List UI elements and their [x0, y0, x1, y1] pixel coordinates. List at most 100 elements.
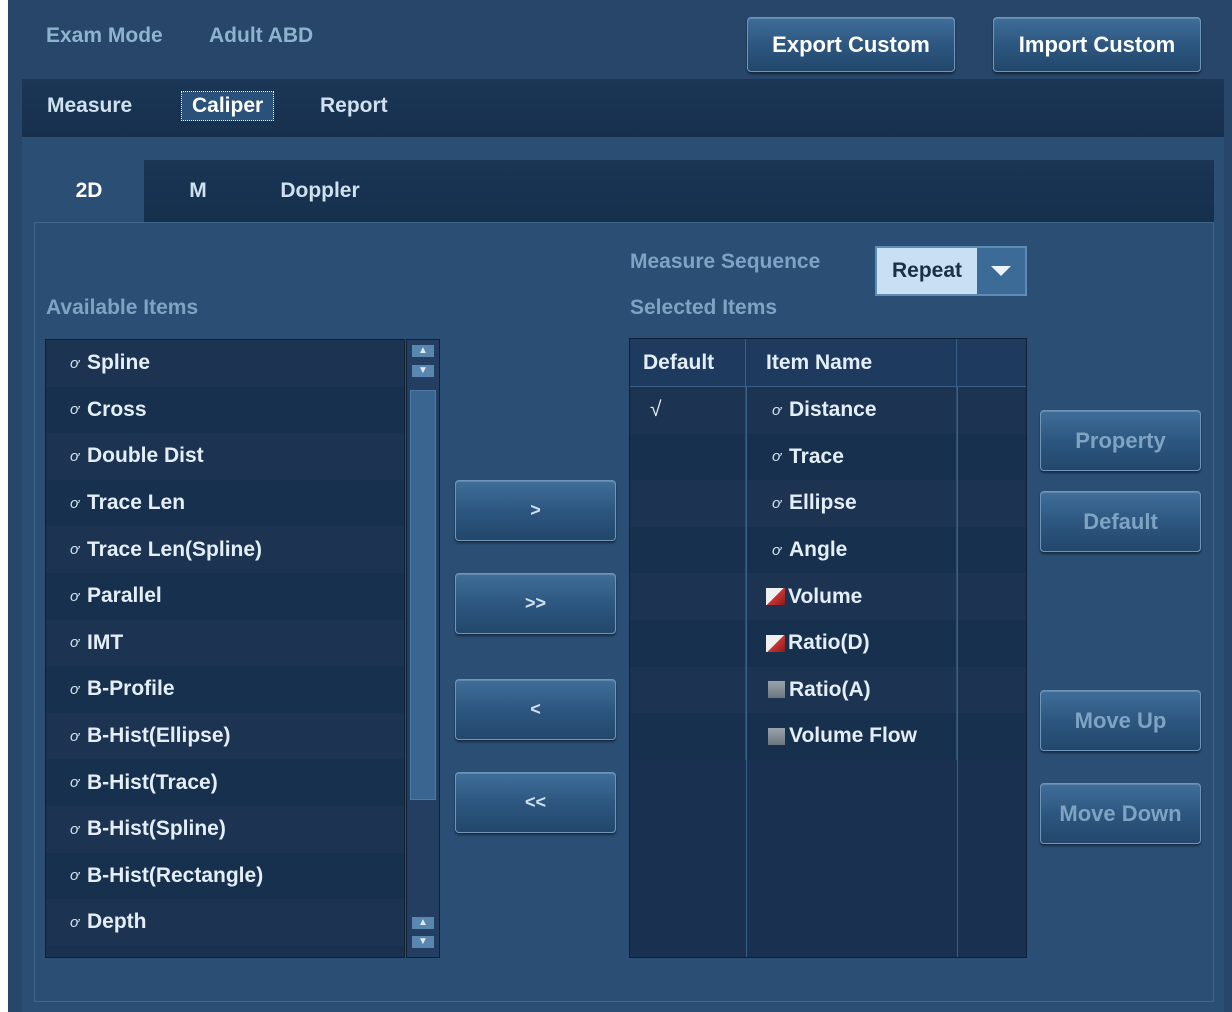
tab-2d[interactable]: 2D: [34, 160, 144, 222]
property-button[interactable]: Property: [1040, 410, 1201, 471]
list-item[interactable]: ơ Trace Len: [46, 479, 404, 527]
remove-all-button[interactable]: <<: [455, 772, 616, 833]
selected-items-label: Selected Items: [630, 296, 778, 319]
table-row[interactable]: √ ơ Distance: [630, 387, 1026, 434]
column-header-item-name[interactable]: Item Name: [746, 339, 957, 386]
list-item-label: Cross: [87, 397, 147, 421]
list-item[interactable]: ơ B-Hist(Rectangle): [46, 852, 404, 900]
list-item[interactable]: ơ Spline: [46, 340, 404, 387]
mode-tab-bar: 2D M Doppler: [34, 160, 1214, 222]
scrollbar-thumb[interactable]: [410, 390, 436, 800]
list-item-label: Parallel: [87, 584, 162, 608]
default-button[interactable]: Default: [1040, 491, 1201, 552]
tab-m[interactable]: M: [144, 160, 252, 222]
caliper-icon: ơ: [69, 867, 80, 885]
item-name: Volume: [788, 584, 863, 608]
empty-cell: [957, 667, 1026, 714]
default-check: [630, 573, 746, 620]
main-tab-bar: Measure Caliper Report: [22, 79, 1224, 137]
scroll-up-icon[interactable]: ▲: [412, 345, 434, 357]
exam-mode-label: Exam Mode: [46, 24, 163, 47]
exam-mode-value: Adult ABD: [209, 24, 314, 47]
list-item-label: Depth: [87, 910, 147, 934]
remove-item-button[interactable]: <: [455, 679, 616, 740]
item-name: Ellipse: [789, 491, 857, 515]
list-item[interactable]: ơ Trace Len(Spline): [46, 526, 404, 573]
empty-cell: [957, 620, 1026, 667]
item-name: Angle: [789, 538, 848, 562]
dropdown-arrow-button[interactable]: [977, 248, 1025, 294]
move-down-button[interactable]: Move Down: [1040, 783, 1201, 844]
caliper-icon: ơ: [771, 401, 782, 419]
caliper-icon: ơ: [69, 634, 80, 652]
caliper-icon: ơ: [69, 727, 80, 745]
empty-cell: [957, 434, 1026, 481]
list-item-label: B-Hist(Spline): [87, 817, 226, 841]
caliper-icon: ơ: [771, 448, 782, 466]
table-row[interactable]: Ratio(A): [630, 666, 1026, 714]
empty-cell: [957, 527, 1026, 574]
empty-cell: [957, 713, 1026, 760]
item-name: Ratio(A): [789, 677, 871, 701]
move-up-button[interactable]: Move Up: [1040, 690, 1201, 751]
default-check: √: [630, 387, 746, 434]
table-row[interactable]: Volume Flow: [630, 713, 1026, 760]
empty-cell: [957, 573, 1026, 620]
table-row[interactable]: ơ Angle: [630, 526, 1026, 574]
selected-items-table[interactable]: Default Item Name √ ơ Distance ơ Trace ơ El…: [629, 338, 1027, 958]
caliper-icon: ơ: [69, 541, 80, 559]
caliper-icon: ơ: [69, 913, 80, 931]
list-item[interactable]: ơ IMT: [46, 619, 404, 667]
add-item-button[interactable]: >: [455, 480, 616, 541]
list-item[interactable]: ơ Double Dist: [46, 433, 404, 480]
table-row[interactable]: ơ Trace: [630, 433, 1026, 481]
add-all-button[interactable]: >>: [455, 573, 616, 634]
list-item[interactable]: ơ B-Hist(Ellipse): [46, 712, 404, 760]
empty-cell: [957, 480, 1026, 527]
list-item-label: Double Dist: [87, 444, 204, 468]
caliper-icon: ơ: [69, 447, 80, 465]
table-header: Default Item Name: [630, 339, 1026, 387]
tab-report[interactable]: Report: [320, 94, 388, 118]
list-item[interactable]: ơ Depth: [46, 899, 404, 946]
list-item[interactable]: ơ Cross: [46, 386, 404, 434]
list-item-label: B-Hist(Rectangle): [87, 863, 264, 887]
caliper-icon: ơ: [69, 820, 80, 838]
default-check: [630, 666, 746, 714]
available-items-list[interactable]: ơ Spline ơ Cross ơ Double Dist ơ Trace Len ơ…: [45, 339, 405, 958]
tab-caliper[interactable]: Caliper: [181, 91, 275, 121]
export-custom-button[interactable]: Export Custom: [747, 17, 955, 72]
column-header-default[interactable]: Default: [630, 339, 746, 386]
default-check: [630, 433, 746, 481]
list-item[interactable]: ơ B-Profile: [46, 666, 404, 713]
tab-doppler[interactable]: Doppler: [252, 160, 388, 222]
table-row[interactable]: Ratio(D): [630, 619, 1026, 667]
item-name: Ratio(D): [788, 631, 870, 655]
list-item-label: B-Profile: [87, 677, 175, 701]
available-items-label: Available Items: [46, 296, 199, 319]
caliper-icon: ơ: [69, 774, 80, 792]
list-item[interactable]: ơ B-Hist(Trace): [46, 759, 404, 806]
list-item[interactable]: ơ Parallel: [46, 572, 404, 620]
measure-sequence-select[interactable]: Repeat: [875, 246, 1027, 296]
chevron-down-icon: [991, 266, 1011, 276]
item-name: Distance: [789, 398, 877, 422]
default-check: [630, 713, 746, 760]
default-check: [630, 619, 746, 667]
scroll-up-icon[interactable]: ▲: [412, 917, 434, 929]
column-divider: [746, 386, 747, 957]
scroll-down-icon[interactable]: ▼: [412, 936, 434, 948]
table-body: √ ơ Distance ơ Trace ơ Ellipse ơ Angle Volum…: [630, 387, 1026, 760]
table-row[interactable]: ơ Ellipse: [630, 480, 1026, 527]
table-row[interactable]: Volume: [630, 573, 1026, 620]
list-item-label: B-Hist(Ellipse): [87, 724, 231, 748]
list-item[interactable]: ơ B-Hist(Spline): [46, 805, 404, 853]
column-divider: [957, 386, 958, 957]
available-list-scrollbar[interactable]: ▲ ▼ ▲ ▼: [406, 339, 440, 958]
import-custom-button[interactable]: Import Custom: [993, 17, 1201, 72]
caliper-icon: ơ: [69, 401, 80, 419]
list-item-label: IMT: [87, 630, 124, 654]
tab-measure[interactable]: Measure: [47, 94, 132, 118]
default-check: [630, 526, 746, 574]
scroll-down-icon[interactable]: ▼: [412, 365, 434, 377]
